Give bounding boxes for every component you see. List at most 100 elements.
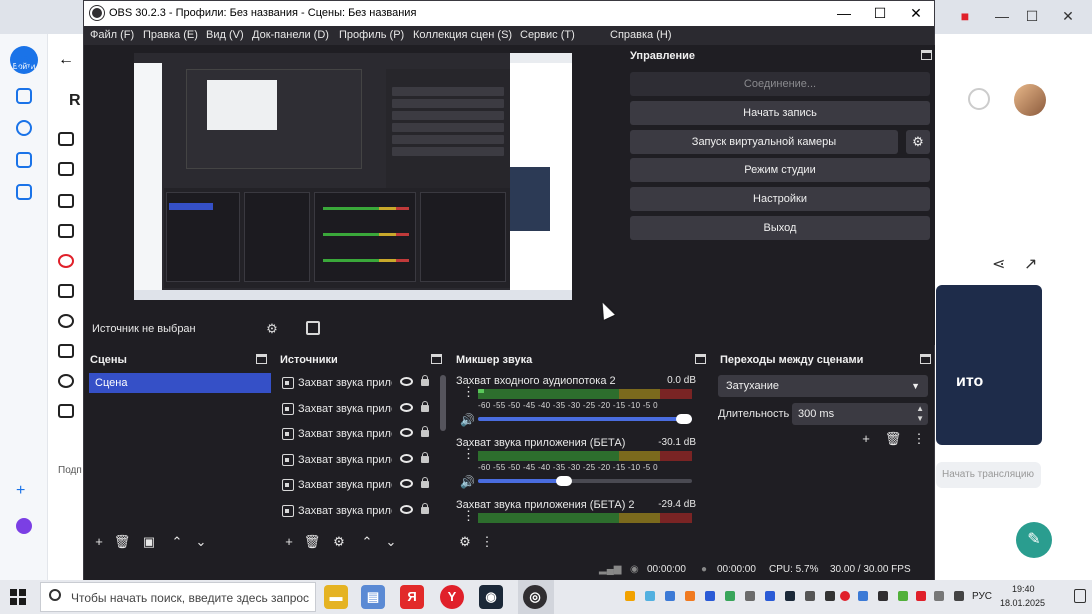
source-list-item[interactable]: Захват звука приложения xyxy=(280,450,438,472)
maximize-button[interactable]: ☐ xyxy=(862,1,898,26)
steam-icon[interactable]: ◉ xyxy=(479,585,503,609)
source-list-item[interactable]: Захват звука приложения xyxy=(280,373,438,395)
clock-date[interactable]: 18.01.2025 xyxy=(1000,598,1045,608)
add-icon[interactable]: + xyxy=(16,483,32,500)
add-scene-icon[interactable]: + xyxy=(90,533,108,551)
list-icon[interactable] xyxy=(58,194,74,208)
preview-canvas[interactable] xyxy=(134,53,572,300)
visibility-eye-icon[interactable] xyxy=(400,479,413,488)
tray-app-icon[interactable] xyxy=(825,591,835,601)
collections-icon[interactable] xyxy=(16,88,32,104)
scene-filters-icon[interactable]: ▣ xyxy=(140,533,158,551)
visibility-eye-icon[interactable] xyxy=(400,377,413,386)
menu-profile[interactable]: Профиль (P) xyxy=(339,29,404,41)
lock-icon[interactable] xyxy=(421,477,429,488)
menu-file[interactable]: Файл (F) xyxy=(90,29,134,41)
live-icon[interactable] xyxy=(58,254,74,268)
menu-tools[interactable]: Сервис (T) xyxy=(520,29,575,41)
settings-button[interactable]: Настройки xyxy=(630,187,930,211)
tray-app-icon[interactable] xyxy=(665,591,675,601)
source-properties-gear-icon[interactable]: ⚙ xyxy=(330,533,348,551)
lock-icon[interactable] xyxy=(421,426,429,437)
mixer-undock-icon[interactable] xyxy=(695,354,706,364)
history-icon[interactable] xyxy=(16,56,32,72)
tray-app-icon[interactable] xyxy=(898,591,908,601)
yandex-browser-icon[interactable]: Y xyxy=(440,585,464,609)
source-list-item[interactable]: Захват звука приложения xyxy=(280,501,438,523)
notifications-icon[interactable] xyxy=(968,88,990,110)
camera-icon[interactable] xyxy=(16,184,32,200)
visibility-eye-icon[interactable] xyxy=(400,454,413,463)
source-list-item[interactable]: Захват звука приложения xyxy=(280,424,438,446)
browser-extension-icon[interactable]: ■ xyxy=(955,6,975,26)
file-explorer-icon[interactable]: ▬ xyxy=(324,585,348,609)
settings-icon[interactable] xyxy=(58,374,74,388)
volume-slider[interactable] xyxy=(478,414,692,424)
feedback-icon[interactable] xyxy=(58,404,74,418)
virtual-camera-settings-gear-icon[interactable]: ⚙ xyxy=(906,130,930,154)
speaker-icon[interactable]: 🔊 xyxy=(460,413,475,427)
visibility-eye-icon[interactable] xyxy=(400,403,413,412)
advanced-audio-gear-icon[interactable]: ⚙ xyxy=(456,533,474,551)
sources-scrollbar[interactable] xyxy=(440,375,446,431)
add-source-icon[interactable]: + xyxy=(280,533,298,551)
tray-obs-icon[interactable] xyxy=(878,591,888,601)
exit-button[interactable]: Выход xyxy=(630,216,930,240)
minimize-button[interactable]: — xyxy=(826,1,862,26)
transitions-undock-icon[interactable] xyxy=(920,354,931,364)
channel-menu-icon[interactable]: ⋮ xyxy=(462,509,475,522)
bluetooth-icon[interactable] xyxy=(705,591,715,601)
tray-app-icon[interactable] xyxy=(745,591,755,601)
transition-menu-icon[interactable]: ⋮ xyxy=(910,430,928,448)
remove-transition-trash-icon[interactable]: 🗑 xyxy=(884,430,902,448)
tray-app-icon[interactable] xyxy=(765,591,775,601)
tray-app-icon[interactable] xyxy=(685,591,695,601)
channel-menu-icon[interactable]: ⋮ xyxy=(462,447,475,460)
back-icon[interactable]: ← xyxy=(58,52,74,68)
tray-app-icon[interactable] xyxy=(916,591,926,601)
volume-slider[interactable] xyxy=(478,476,692,486)
menu-help[interactable]: Справка (H) xyxy=(610,29,671,41)
money-icon[interactable] xyxy=(58,314,74,328)
transition-select[interactable]: Затухание ▼ xyxy=(718,375,928,397)
duration-spinbox[interactable]: 300 ms ▲ ▼ xyxy=(792,403,928,425)
sources-undock-icon[interactable] xyxy=(431,354,442,364)
tray-app-icon[interactable] xyxy=(645,591,655,601)
move-source-down-icon[interactable]: ⌄ xyxy=(382,533,400,551)
remove-scene-trash-icon[interactable]: 🗑 xyxy=(113,533,131,551)
tray-app-icon[interactable] xyxy=(805,591,815,601)
menu-view[interactable]: Вид (V) xyxy=(206,29,244,41)
channel-menu-icon[interactable]: ⋮ xyxy=(462,385,475,398)
clock-time[interactable]: 19:40 xyxy=(1012,584,1035,594)
browser-minimize-button[interactable]: — xyxy=(992,6,1012,26)
spin-arrows-icon[interactable]: ▲ ▼ xyxy=(916,404,924,424)
tray-app-icon[interactable] xyxy=(858,591,868,601)
menu-docks[interactable]: Док-панели (D) xyxy=(252,29,329,41)
tray-app-icon[interactable] xyxy=(725,591,735,601)
notepad-icon[interactable]: ▤ xyxy=(361,585,385,609)
move-scene-down-icon[interactable]: ⌄ xyxy=(192,533,210,551)
notifications-icon[interactable] xyxy=(1074,589,1086,603)
document-icon[interactable] xyxy=(58,224,74,238)
video-icon[interactable] xyxy=(58,162,74,176)
assistant-icon[interactable] xyxy=(16,518,32,534)
start-virtual-camera-button[interactable]: Запуск виртуальной камеры xyxy=(630,130,898,154)
tray-app-icon[interactable] xyxy=(625,591,635,601)
stats-icon[interactable] xyxy=(58,284,74,298)
source-filters-icon[interactable] xyxy=(306,321,320,335)
source-list-item[interactable]: Захват звука приложения xyxy=(280,475,438,497)
external-link-icon[interactable]: ↗ xyxy=(1024,254,1037,274)
remove-source-trash-icon[interactable]: 🗑 xyxy=(303,533,321,551)
start-recording-button[interactable]: Начать запись xyxy=(630,101,930,125)
lock-icon[interactable] xyxy=(421,452,429,463)
volume-icon[interactable] xyxy=(954,591,964,601)
tray-yandex-icon[interactable] xyxy=(840,591,850,601)
scene-item[interactable]: Сцена xyxy=(89,373,271,393)
lock-icon[interactable] xyxy=(421,503,429,514)
tray-app-icon[interactable] xyxy=(934,591,944,601)
browser-close-button[interactable]: ✕ xyxy=(1058,6,1078,26)
controls-undock-icon[interactable] xyxy=(921,50,932,60)
menu-scene-collection[interactable]: Коллекция сцен (S) xyxy=(413,29,512,41)
source-list-item[interactable]: Захват звука приложения xyxy=(280,399,438,421)
menu-edit[interactable]: Правка (E) xyxy=(143,29,198,41)
